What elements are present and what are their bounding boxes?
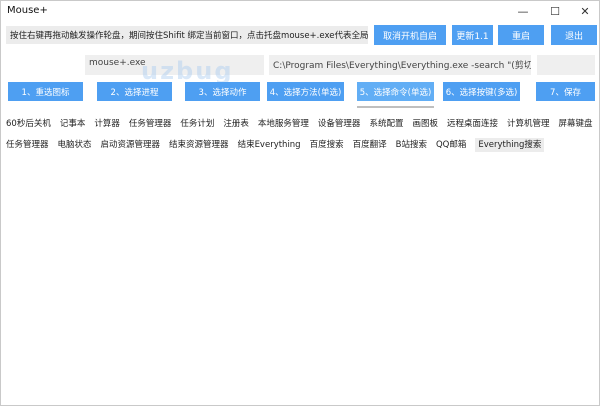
- command-tag[interactable]: 结束资源管理器: [169, 138, 229, 152]
- command-tag[interactable]: 启动资源管理器: [101, 138, 161, 152]
- instruction-hint: 按住右键再拖动触发操作轮盘，期间按住Shifit 绑定当前窗口，点击托盘mous…: [6, 26, 368, 44]
- step-select-command-button[interactable]: 5、选择命令(单选): [357, 82, 434, 101]
- command-tags-row-1: 60秒后关机 记事本 计算器 任务管理器 任务计划 注册表 本地服务管理 设备管…: [6, 117, 593, 131]
- maximize-icon[interactable]: ☐: [540, 1, 570, 21]
- step-save-button[interactable]: 7、保存: [536, 82, 595, 101]
- command-field[interactable]: C:\Program Files\Everything\Everything.e…: [269, 55, 531, 75]
- window-title: Mouse+: [7, 5, 48, 16]
- command-tag[interactable]: 60秒后关机: [6, 117, 51, 131]
- command-tags-row-2: 任务管理器 电脑状态 启动资源管理器 结束资源管理器 结束Everything …: [6, 138, 545, 152]
- extra-field[interactable]: [537, 55, 595, 75]
- update-button[interactable]: 更新1.1: [452, 25, 493, 45]
- command-tag[interactable]: 远程桌面连接: [447, 117, 498, 131]
- exit-button[interactable]: 退出: [551, 25, 597, 45]
- watermark: uzbug: [141, 57, 234, 85]
- step-reselect-icon-button[interactable]: 1、重选图标: [8, 82, 83, 101]
- command-tag[interactable]: 注册表: [223, 117, 249, 131]
- command-tag[interactable]: 任务管理器: [129, 117, 172, 131]
- step-select-action-button[interactable]: 3、选择动作: [185, 82, 260, 101]
- command-tag[interactable]: 电脑状态: [58, 138, 92, 152]
- active-step-indicator: [357, 106, 434, 108]
- command-tag[interactable]: 计算器: [94, 117, 120, 131]
- command-tag[interactable]: 计算机管理: [507, 117, 550, 131]
- command-tag[interactable]: 结束Everything: [238, 138, 301, 152]
- command-tag[interactable]: 百度翻译: [353, 138, 387, 152]
- command-tag[interactable]: QQ邮箱: [436, 138, 466, 152]
- command-tag-selected[interactable]: Everything搜索: [475, 138, 545, 152]
- command-tag[interactable]: 设备管理器: [318, 117, 361, 131]
- app-window: Mouse+ — ☐ ✕ 按住右键再拖动触发操作轮盘，期间按住Shifit 绑定…: [0, 0, 600, 406]
- step-select-process-button[interactable]: 2、选择进程: [97, 82, 172, 101]
- title-bar: Mouse+ — ☐ ✕: [1, 1, 599, 21]
- step-select-method-button[interactable]: 4、选择方法(单选): [267, 82, 344, 101]
- restart-button[interactable]: 重启: [498, 25, 544, 45]
- command-tag[interactable]: 屏幕键盘: [559, 117, 593, 131]
- command-tag[interactable]: B站搜索: [396, 138, 427, 152]
- minimize-icon[interactable]: —: [508, 1, 538, 21]
- step-select-keys-button[interactable]: 6、选择按键(多选): [443, 82, 520, 101]
- command-tag[interactable]: 任务计划: [180, 117, 214, 131]
- command-tag[interactable]: 系统配置: [369, 117, 403, 131]
- cancel-autostart-button[interactable]: 取消开机自启: [374, 25, 446, 45]
- command-tag[interactable]: 画图板: [412, 117, 438, 131]
- command-tag[interactable]: 记事本: [60, 117, 86, 131]
- command-tag[interactable]: 任务管理器: [6, 138, 49, 152]
- command-tag[interactable]: 百度搜索: [310, 138, 344, 152]
- close-icon[interactable]: ✕: [570, 1, 600, 21]
- command-tag[interactable]: 本地服务管理: [258, 117, 309, 131]
